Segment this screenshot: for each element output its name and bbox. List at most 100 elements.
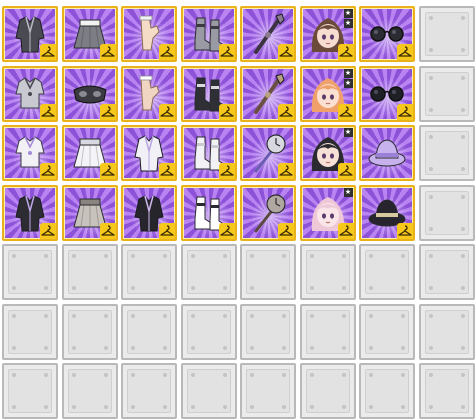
slot-corner-dot: [460, 405, 465, 409]
inventory-slot-white-shirt[interactable]: [2, 125, 58, 181]
empty-slot-panel: [127, 369, 171, 413]
slot-corner-dot: [44, 405, 48, 409]
slot-corner-dot: [103, 313, 108, 318]
empty-slot[interactable]: [2, 303, 58, 360]
inventory-slot-grey-boots[interactable]: [180, 6, 237, 62]
empty-slot-panel: [424, 369, 469, 413]
inventory-slot-beige-skirt[interactable]: [61, 184, 118, 241]
inventory-slot-avatar-black-hair[interactable]: ★: [299, 125, 356, 181]
slot-corner-dot: [250, 286, 254, 290]
slot-corner-dot: [309, 373, 314, 377]
slot-corner-dot: [163, 313, 167, 318]
slot-corner-dot: [282, 286, 286, 290]
slot-corner-dot: [460, 75, 465, 80]
slot-corner-dot: [401, 373, 405, 377]
rarity-stars: ★: [343, 128, 353, 137]
inventory-slot-grey-skirt[interactable]: [61, 6, 118, 62]
empty-slot-panel: [67, 250, 112, 294]
empty-slot[interactable]: [299, 363, 356, 419]
inventory-slot-cream-gloves[interactable]: [121, 6, 177, 62]
slot-corner-dot: [222, 313, 227, 318]
slot-corner-dot: [460, 254, 465, 258]
empty-slot[interactable]: [2, 363, 58, 419]
empty-slot[interactable]: [418, 65, 475, 122]
slot-corner-dot: [460, 345, 465, 350]
empty-slot[interactable]: [418, 363, 475, 419]
empty-slot[interactable]: [418, 184, 475, 241]
empty-slot[interactable]: [299, 244, 356, 300]
hanger-icon: [397, 44, 413, 60]
star-icon: ★: [343, 9, 353, 18]
empty-slot[interactable]: [359, 363, 415, 419]
slot-corner-dot: [428, 107, 433, 112]
empty-slot-panel: [8, 369, 52, 413]
empty-slot-panel: [8, 250, 52, 294]
hanger-icon: [278, 163, 294, 179]
slot-corner-dot: [282, 313, 286, 318]
empty-slot[interactable]: [418, 6, 475, 62]
inventory-slot-pale-arm[interactable]: [121, 65, 177, 122]
empty-slot[interactable]: [61, 244, 118, 300]
inventory-slot-white-socks[interactable]: [180, 184, 237, 241]
empty-slot[interactable]: [180, 303, 237, 360]
empty-slot[interactable]: [418, 303, 475, 360]
empty-slot[interactable]: [61, 303, 118, 360]
inventory-slot-round-glasses[interactable]: [359, 6, 415, 62]
inventory-slot-black-suit[interactable]: [2, 184, 58, 241]
inventory-slot-clock-staff[interactable]: [240, 184, 296, 241]
inventory-slot-white-boots[interactable]: [180, 125, 237, 181]
slot-corner-dot: [12, 254, 16, 258]
inventory-slot-lavender-hat[interactable]: [359, 125, 415, 181]
inventory-slot-dark-mask[interactable]: [61, 65, 118, 122]
slot-corner-dot: [282, 345, 286, 350]
hanger-icon: [159, 163, 175, 179]
empty-slot[interactable]: [121, 244, 177, 300]
empty-slot[interactable]: [180, 244, 237, 300]
empty-slot[interactable]: [2, 244, 58, 300]
hanger-icon: [218, 44, 235, 60]
inventory-slot-silver-top[interactable]: [2, 65, 58, 122]
inventory-slot-avatar-orange[interactable]: ★ ★: [299, 65, 356, 122]
empty-slot[interactable]: [418, 125, 475, 181]
rarity-stars: ★: [343, 187, 353, 197]
inventory-slot-dark-sandals[interactable]: [180, 65, 237, 122]
empty-slot[interactable]: [180, 363, 237, 419]
slot-corner-dot: [71, 254, 76, 258]
hanger-icon: [218, 103, 235, 120]
inventory-slot-black-hat[interactable]: [359, 184, 415, 241]
slot-corner-dot: [341, 254, 346, 258]
empty-slot[interactable]: [240, 363, 296, 419]
inventory-slot-dark-jacket[interactable]: [2, 6, 58, 62]
empty-slot[interactable]: [240, 244, 296, 300]
empty-slot[interactable]: [359, 303, 415, 360]
inventory-slot-avatar-twintail[interactable]: ★ ★: [299, 6, 356, 62]
inventory-slot-clock-wand[interactable]: [240, 125, 296, 181]
slot-corner-dot: [250, 373, 254, 377]
hanger-icon: [337, 103, 354, 120]
inventory-slot-dark-staff[interactable]: [240, 6, 296, 62]
star-icon: ★: [343, 187, 353, 197]
empty-slot-panel: [424, 71, 469, 116]
inventory-slot-white-outfit[interactable]: [121, 125, 177, 181]
inventory-slot-dark-glasses[interactable]: [359, 65, 415, 122]
slot-corner-dot: [71, 373, 76, 377]
slot-corner-dot: [341, 345, 346, 350]
inventory-slot-avatar-pink-hair[interactable]: ★: [299, 184, 356, 241]
inventory-slot-brown-staff[interactable]: [240, 65, 296, 122]
slot-corner-dot: [428, 313, 433, 318]
slot-corner-dot: [282, 405, 286, 409]
hanger-icon: [337, 163, 354, 179]
empty-slot[interactable]: [299, 303, 356, 360]
slot-corner-dot: [131, 313, 135, 318]
empty-slot[interactable]: [121, 303, 177, 360]
slot-corner-dot: [71, 313, 76, 318]
empty-slot[interactable]: [121, 363, 177, 419]
empty-slot[interactable]: [359, 244, 415, 300]
empty-slot-panel: [246, 309, 290, 354]
empty-slot[interactable]: [240, 303, 296, 360]
empty-slot[interactable]: [61, 363, 118, 419]
slot-corner-dot: [103, 345, 108, 350]
inventory-slot-white-skirt[interactable]: [61, 125, 118, 181]
inventory-slot-black-outfit[interactable]: [121, 184, 177, 241]
empty-slot[interactable]: [418, 244, 475, 300]
